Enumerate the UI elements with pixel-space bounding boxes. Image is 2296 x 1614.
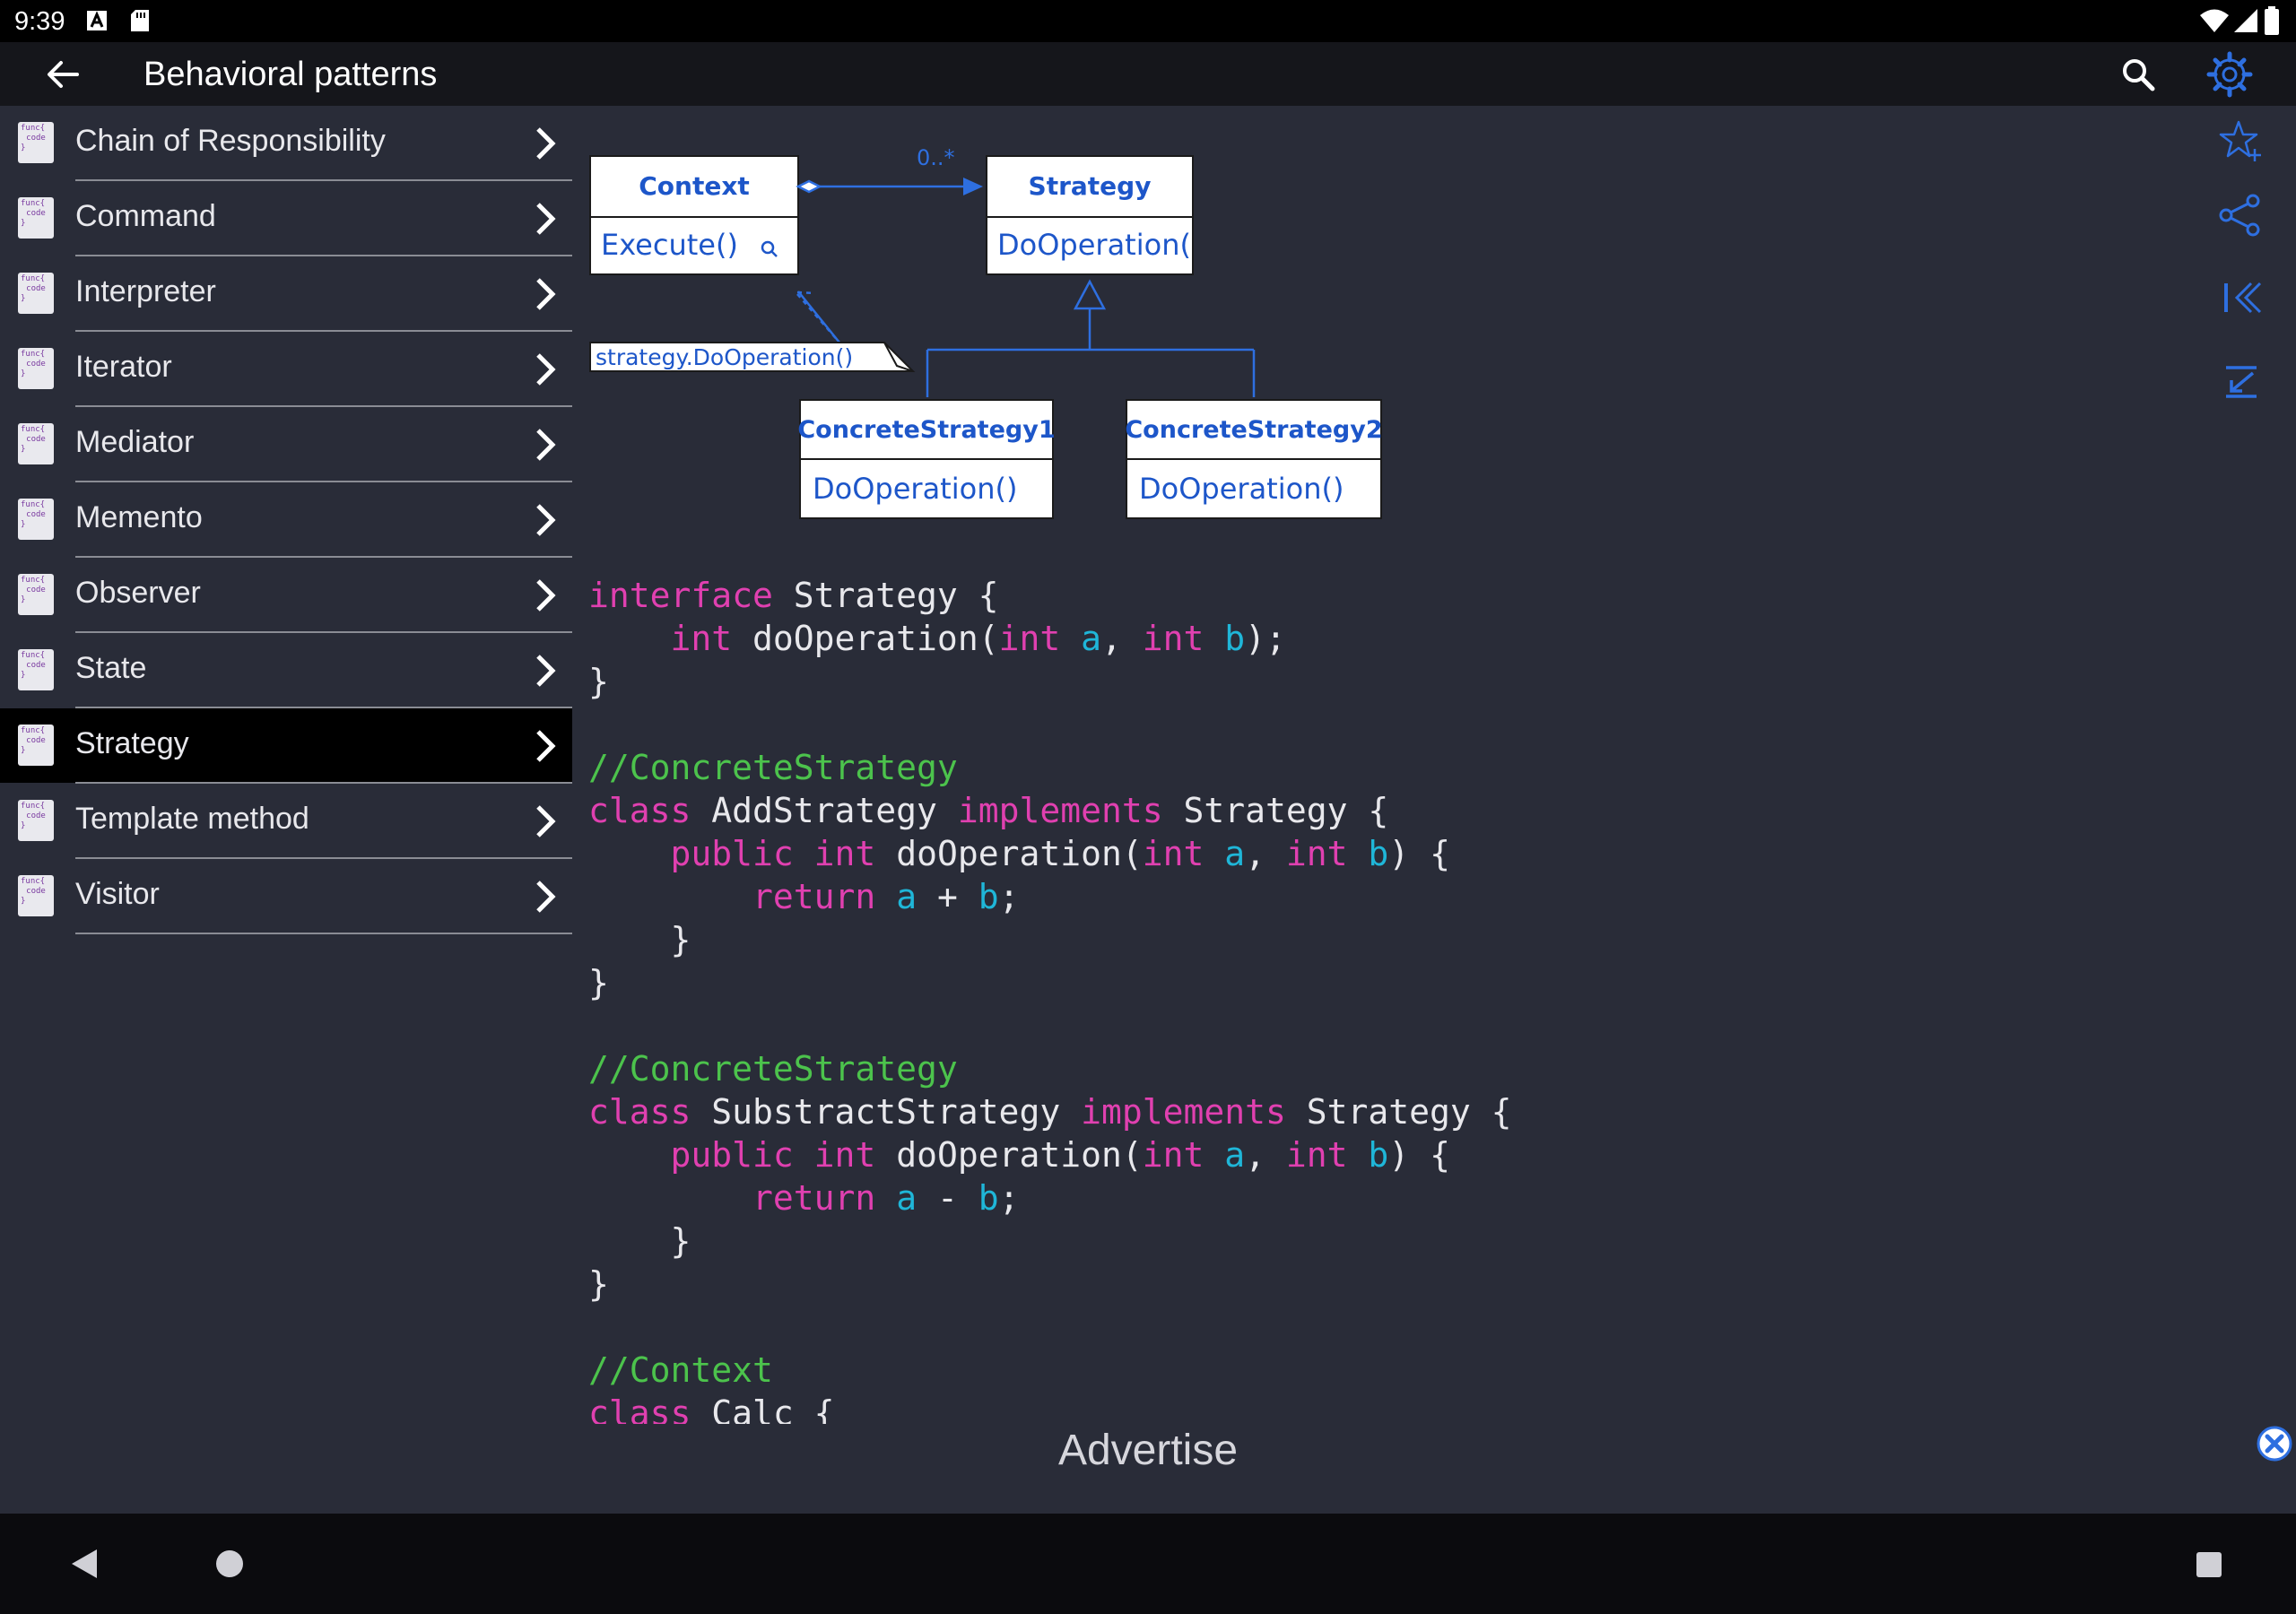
gear-icon[interactable] (2206, 51, 2253, 98)
concrete-strategy2-method: DoOperation() (1139, 472, 1344, 506)
signal-icon (2234, 9, 2257, 32)
list-item-label: Template method (75, 802, 309, 836)
list-item-chain-of-responsibility[interactable]: func{code} Chain of Responsibility (0, 106, 572, 181)
chevron-right-icon (536, 805, 556, 837)
notification-a-icon (87, 11, 107, 30)
chevron-right-icon (536, 730, 556, 762)
list-item-label: Strategy (75, 726, 189, 760)
chevron-right-icon (536, 353, 556, 386)
back-arrow-icon[interactable] (45, 58, 81, 91)
note-text: strategy.DoOperation() (596, 344, 853, 370)
list-item-label: Chain of Responsibility (75, 124, 386, 158)
note-connector (796, 293, 840, 343)
code-file-icon: func{code} (18, 197, 54, 239)
list-item-label: Memento (75, 500, 203, 534)
strategy-method: DoOperation( (997, 228, 1191, 262)
chevron-right-icon (536, 655, 556, 687)
list-item-memento[interactable]: func{code} Memento (0, 482, 572, 558)
execute-method: Execute() (601, 228, 738, 262)
nav-home-icon[interactable] (215, 1549, 244, 1578)
pattern-content[interactable]: Context Execute() 0..* Strategy DoOperat… (588, 106, 2194, 1424)
chevron-right-icon (536, 203, 556, 235)
page-title: Behavioral patterns (144, 56, 438, 93)
chevron-right-icon (536, 504, 556, 536)
chevron-right-icon (536, 881, 556, 913)
nav-back-icon[interactable] (70, 1548, 100, 1580)
multiplicity-label: 0..* (917, 145, 955, 170)
code-file-icon: func{code} (18, 649, 54, 690)
code-file-icon: func{code} (18, 348, 54, 389)
pattern-list: func{code} Chain of Responsibility func{… (0, 106, 572, 934)
nav-recents-icon[interactable] (2196, 1551, 2222, 1578)
code-file-icon: func{code} (18, 875, 54, 916)
list-item-command[interactable]: func{code} Command (0, 181, 572, 256)
concrete-strategy1-method: DoOperation() (813, 472, 1017, 506)
inheritance-lines (926, 308, 1256, 397)
code-file-icon: func{code} (18, 423, 54, 464)
code-file-icon: func{code} (18, 499, 54, 540)
aggregation-diamond (796, 179, 822, 194)
list-item-label: Iterator (75, 350, 172, 384)
share-icon[interactable] (2215, 190, 2266, 240)
list-item-label: Command (75, 199, 216, 233)
chevron-right-icon (536, 429, 556, 461)
list-item-state[interactable]: func{code} State (0, 633, 572, 708)
close-ad-icon[interactable] (2257, 1426, 2292, 1462)
list-item-label: Visitor (75, 877, 160, 911)
advertisement-banner[interactable]: Advertise (0, 1426, 2296, 1475)
wifi-icon (2200, 9, 2229, 32)
first-page-icon[interactable] (2215, 273, 2266, 323)
list-item-strategy[interactable]: func{code} Strategy (0, 708, 572, 784)
list-item-visitor[interactable]: func{code} Visitor (0, 859, 572, 934)
list-item-iterator[interactable]: func{code} Iterator (0, 332, 572, 407)
list-item-label: Observer (75, 576, 201, 610)
list-item-label: State (75, 651, 147, 685)
list-item-interpreter[interactable]: func{code} Interpreter (0, 256, 572, 332)
list-item-label: Mediator (75, 425, 195, 459)
search-icon[interactable] (2120, 56, 2156, 92)
chevron-right-icon (536, 278, 556, 310)
code-file-icon: func{code} (18, 574, 54, 615)
strategy-class-name: Strategy (1029, 171, 1152, 201)
list-item-observer[interactable]: func{code} Observer (0, 558, 572, 633)
sd-card-icon (131, 10, 149, 31)
concrete-strategy2-name: ConcreteStrategy2 (1125, 416, 1382, 444)
list-item-template-method[interactable]: func{code} Template method (0, 784, 572, 859)
status-time: 9:39 (14, 7, 65, 36)
scroll-bottom-icon[interactable] (2215, 355, 2266, 405)
code-file-icon: func{code} (18, 122, 54, 163)
chevron-right-icon (536, 579, 556, 612)
code-file-icon: func{code} (18, 800, 54, 841)
system-nav-bar (0, 1514, 2296, 1614)
concrete-strategy1-name: ConcreteStrategy1 (797, 416, 1055, 444)
list-item-label: Interpreter (75, 274, 216, 308)
inheritance-triangle (1073, 279, 1107, 310)
uml-class-diagram: Context Execute() 0..* Strategy DoOperat… (589, 145, 1383, 519)
chevron-right-icon (536, 127, 556, 160)
code-file-icon: func{code} (18, 273, 54, 314)
app-bar: Behavioral patterns (0, 42, 2296, 106)
divider (75, 933, 572, 934)
code-listing: interface Strategy { int doOperation(int… (588, 576, 1512, 1424)
code-file-icon: func{code} (18, 725, 54, 766)
arrow-head (963, 178, 983, 195)
status-bar: 9:39 (0, 0, 2296, 42)
star-icon[interactable] (2215, 117, 2266, 167)
list-item-mediator[interactable]: func{code} Mediator (0, 407, 572, 482)
context-class-name: Context (639, 171, 750, 201)
battery-icon (2265, 6, 2279, 35)
